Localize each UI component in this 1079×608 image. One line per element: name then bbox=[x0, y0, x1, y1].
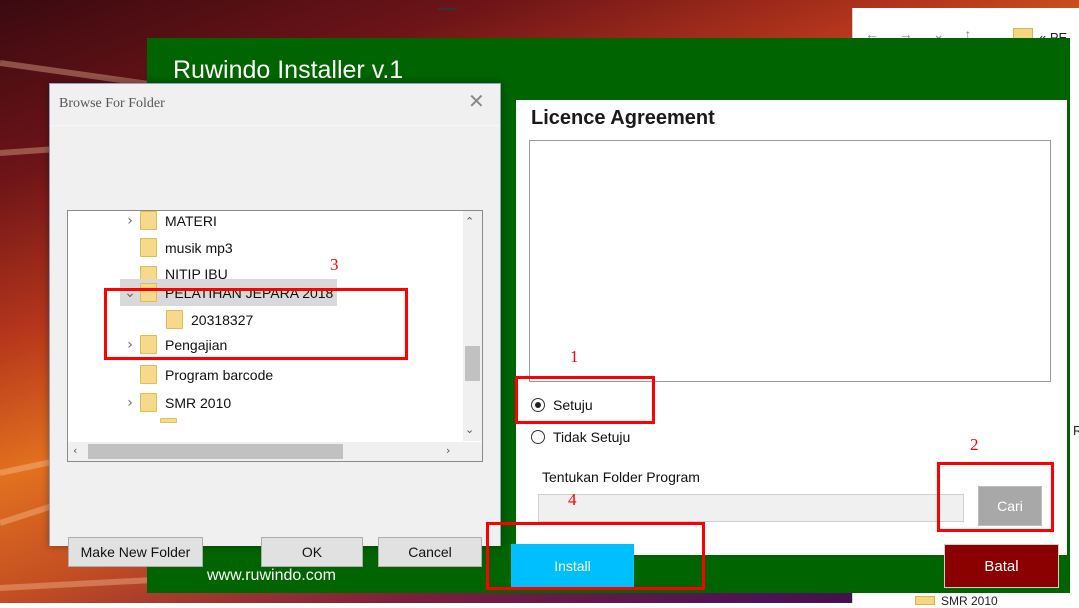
folder-icon bbox=[915, 596, 935, 605]
tree-item-label: MATERI bbox=[165, 212, 217, 229]
horizontal-scrollbar[interactable]: ‹ › bbox=[68, 442, 463, 461]
folder-icon bbox=[160, 418, 177, 423]
annotation-number-2: 2 bbox=[970, 435, 979, 454]
folder-path-field[interactable] bbox=[538, 494, 964, 522]
annotation-number-1: 1 bbox=[570, 347, 579, 366]
disagree-radio-label: Tidak Setuju bbox=[553, 429, 631, 445]
tree-item-label: SMR 2010 bbox=[165, 394, 232, 411]
tree-item-label: Program barcode bbox=[165, 366, 274, 383]
close-icon[interactable]: ✕ bbox=[468, 89, 485, 113]
vertical-scrollbar[interactable]: ⌃ ⌄ bbox=[463, 211, 482, 441]
scroll-thumb[interactable] bbox=[465, 346, 480, 381]
disagree-radio-option[interactable]: Tidak Setuju bbox=[531, 429, 630, 445]
annotation-number-3: 3 bbox=[330, 255, 339, 274]
licence-heading: Licence Agreement bbox=[531, 107, 715, 129]
tree-item-label: NITIP IBU bbox=[165, 266, 228, 279]
tree-item[interactable]: › MATERI bbox=[120, 211, 217, 234]
tree-item[interactable]: NITIP IBU bbox=[140, 261, 228, 279]
make-new-folder-button[interactable]: Make New Folder bbox=[68, 537, 203, 567]
taskbar-minimize-mark bbox=[438, 0, 456, 10]
installer-title: Ruwindo Installer v.1 bbox=[173, 56, 404, 84]
scroll-right-icon[interactable]: › bbox=[446, 444, 450, 457]
tree-item[interactable]: › SMR 2010 bbox=[120, 389, 231, 416]
dialog-cancel-button[interactable]: Cancel bbox=[378, 537, 482, 567]
scroll-down-icon[interactable]: ⌄ bbox=[465, 423, 474, 436]
disagree-radio-button[interactable] bbox=[531, 430, 545, 444]
dialog-title: Browse For Folder bbox=[59, 96, 165, 111]
folder-label: Tentukan Folder Program bbox=[542, 469, 700, 485]
chevron-right-icon[interactable]: › bbox=[120, 395, 140, 411]
annotation-box-2 bbox=[937, 462, 1054, 532]
folder-icon bbox=[140, 266, 157, 279]
scroll-left-icon[interactable]: ‹ bbox=[73, 444, 77, 457]
chevron-right-icon[interactable]: › bbox=[120, 213, 140, 229]
folder-icon bbox=[140, 393, 157, 412]
folder-icon bbox=[140, 211, 157, 230]
cancel-button[interactable]: Batal bbox=[944, 544, 1059, 588]
folder-icon bbox=[140, 238, 157, 257]
annotation-box-3 bbox=[104, 288, 408, 360]
tree-item-label: musik mp3 bbox=[165, 239, 233, 256]
annotation-box-4 bbox=[486, 522, 705, 590]
scroll-up-icon[interactable]: ⌃ bbox=[465, 215, 474, 228]
explorer-item: SMR 2010 bbox=[941, 594, 998, 608]
scroll-corner bbox=[463, 442, 482, 461]
annotation-box-1 bbox=[515, 376, 655, 424]
footer-url: www.ruwindo.com bbox=[207, 567, 336, 584]
folder-icon bbox=[140, 365, 157, 384]
scroll-thumb[interactable] bbox=[88, 444, 343, 459]
explorer-edge-text: R bbox=[1073, 423, 1079, 438]
tree-item[interactable]: musik mp3 bbox=[140, 234, 233, 261]
tree-item[interactable]: Program barcode bbox=[140, 361, 273, 388]
annotation-number-4: 4 bbox=[568, 490, 577, 509]
licence-textbox[interactable] bbox=[529, 140, 1051, 382]
ok-button[interactable]: OK bbox=[261, 537, 363, 567]
